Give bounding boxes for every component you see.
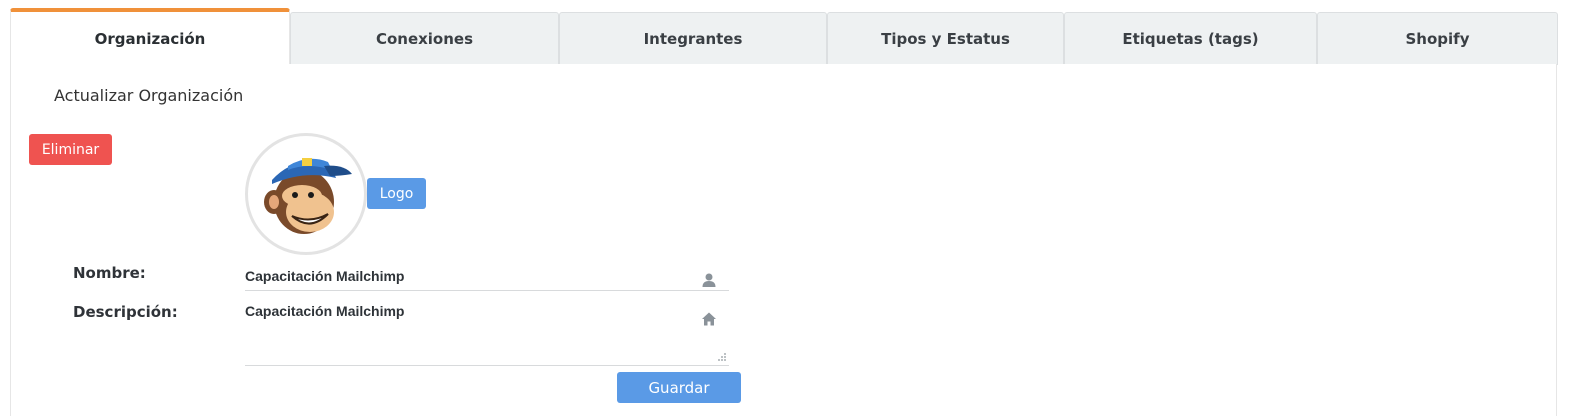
name-field[interactable]: Capacitación Mailchimp (245, 268, 729, 291)
description-value: Capacitación Mailchimp (245, 303, 405, 319)
tab-bar: Organización Conexiones Integrantes Tipo… (10, 8, 1558, 65)
organization-settings-page: Organización Conexiones Integrantes Tipo… (0, 0, 1592, 416)
tab-integrantes[interactable]: Integrantes (559, 12, 827, 65)
description-label: Descripción: (73, 303, 178, 321)
name-value: Capacitación Mailchimp (245, 268, 405, 284)
delete-button[interactable]: Eliminar (29, 134, 112, 165)
description-textarea[interactable]: Capacitación Mailchimp (245, 303, 729, 366)
save-button[interactable]: Guardar (617, 372, 741, 403)
organization-logo-avatar (245, 133, 367, 255)
mailchimp-monkey-logo-icon (264, 158, 352, 234)
name-label: Nombre: (73, 264, 146, 282)
upload-logo-button[interactable]: Logo (367, 178, 426, 209)
tab-conexiones[interactable]: Conexiones (290, 12, 559, 65)
resize-handle-icon[interactable] (717, 352, 727, 362)
tab-tipos-y-estatus[interactable]: Tipos y Estatus (827, 12, 1064, 65)
home-icon (702, 312, 716, 326)
user-icon (702, 273, 716, 287)
tab-organizacion[interactable]: Organización (10, 8, 290, 65)
organization-panel: Actualizar Organización Eliminar Logo No… (10, 64, 1557, 416)
section-title: Actualizar Organización (54, 86, 244, 105)
tab-shopify[interactable]: Shopify (1317, 12, 1558, 65)
tab-etiquetas[interactable]: Etiquetas (tags) (1064, 12, 1317, 65)
